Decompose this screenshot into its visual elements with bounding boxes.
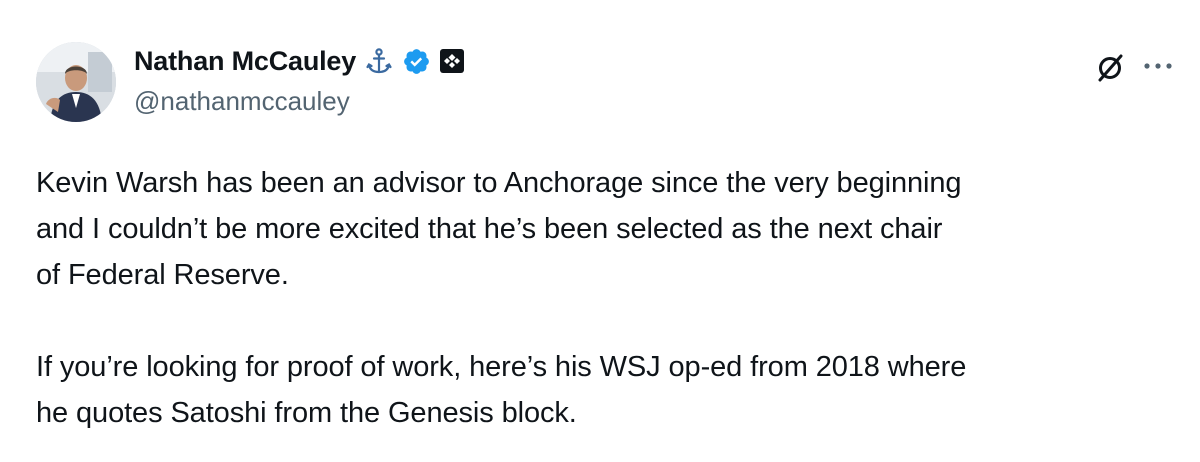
name-row: Nathan McCauley (134, 44, 465, 78)
more-options-icon[interactable] (1140, 52, 1176, 80)
affiliate-badge-icon[interactable] (439, 48, 465, 74)
tweet-paragraph-1: Kevin Warsh has been an advisor to Ancho… (36, 167, 962, 291)
tweet-paragraph-2: If you’re looking for proof of work, her… (36, 351, 967, 429)
avatar[interactable] (36, 42, 116, 122)
tweet-header: Nathan McCauley @nathanmccauley (134, 44, 465, 117)
handle[interactable]: @nathanmccauley (134, 86, 465, 117)
verified-badge-icon[interactable] (402, 47, 431, 76)
tweet: Nathan McCauley @nathanmccauley Kevin Wa… (0, 0, 1200, 462)
display-name[interactable]: Nathan McCauley (134, 46, 356, 77)
anchor-icon (364, 46, 394, 76)
tweet-text: Kevin Warsh has been an advisor to Ancho… (36, 160, 1186, 436)
grok-icon[interactable] (1092, 50, 1128, 86)
